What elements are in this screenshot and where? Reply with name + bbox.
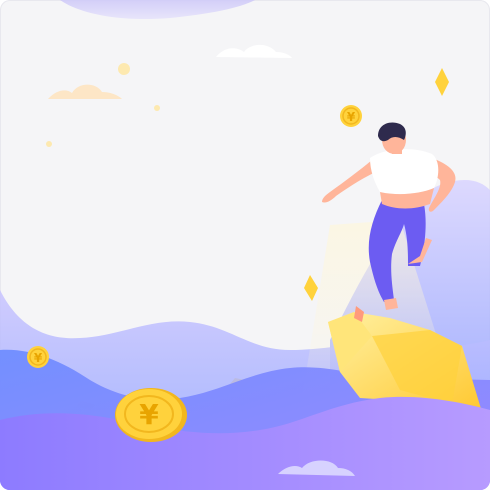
yen-symbol: ¥ bbox=[347, 110, 356, 124]
dot-sparkle bbox=[118, 63, 130, 75]
yen-coin-icon: ¥ bbox=[27, 346, 49, 368]
cloud-icon bbox=[48, 84, 122, 99]
dot-sparkle bbox=[154, 105, 160, 111]
top-decor-blob bbox=[60, 0, 255, 20]
yen-symbol: ¥ bbox=[34, 351, 43, 365]
finance-illustration: ¥ ¥ ¥ bbox=[0, 0, 490, 490]
cloud-icon bbox=[216, 44, 292, 58]
dot-sparkle bbox=[46, 141, 52, 147]
diamond-sparkle-icon bbox=[435, 68, 449, 96]
diamond-sparkle-icon bbox=[304, 275, 318, 301]
illustration-card: ¥ ¥ ¥ bbox=[0, 0, 490, 490]
yen-symbol: ¥ bbox=[139, 398, 159, 431]
yen-coin-icon: ¥ bbox=[340, 105, 362, 127]
large-yen-coin-icon: ¥ bbox=[115, 388, 187, 442]
